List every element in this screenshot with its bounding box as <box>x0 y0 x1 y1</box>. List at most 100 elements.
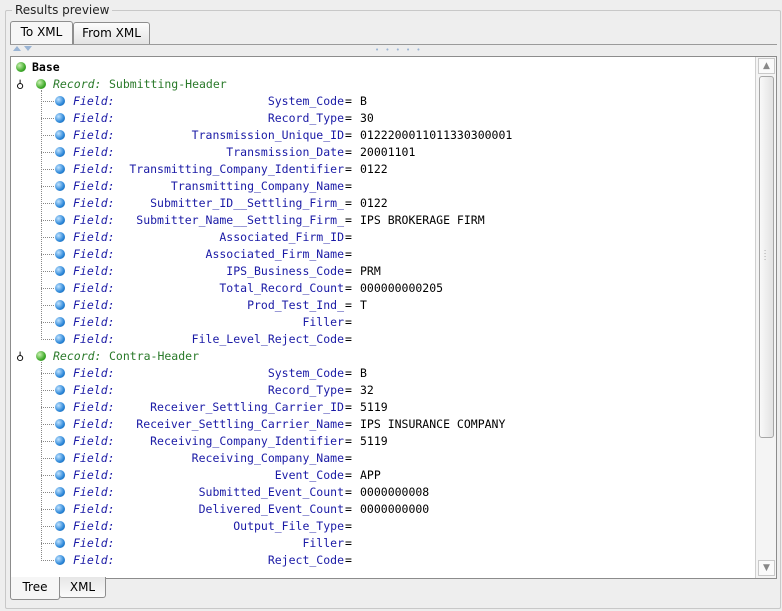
field-equals: = <box>345 247 352 261</box>
field-name: Prod_Test_Ind_ <box>247 298 344 312</box>
tab-tree[interactable]: Tree <box>10 577 60 600</box>
scroll-down-button[interactable]: ▼ <box>758 560 775 576</box>
root-label: Base <box>32 60 60 74</box>
tree-field-row[interactable]: Field: System_Code = B <box>11 93 741 110</box>
field-prefix: Field: <box>73 162 115 176</box>
tree-branch-line <box>41 526 54 527</box>
tree-field-row[interactable]: Field: Output_File_Type = <box>11 518 741 535</box>
tree-field-row[interactable]: Field: Filler = <box>11 535 741 552</box>
field-equals: = <box>345 298 352 312</box>
field-prefix: Field: <box>73 315 115 329</box>
field-equals: = <box>345 332 352 346</box>
vertical-scrollbar[interactable]: ▲ ---- ▼ <box>755 57 776 578</box>
scroll-up-button[interactable]: ▲ <box>758 58 775 74</box>
field-prefix: Field: <box>73 366 115 380</box>
scroll-thumb[interactable]: ---- <box>759 76 774 438</box>
field-equals: = <box>345 230 352 244</box>
field-node-icon <box>55 147 65 157</box>
tree-branch-line <box>41 271 54 272</box>
tree-field-row[interactable]: Field: Transmitting_Company_Identifier = 01… <box>11 161 741 178</box>
field-equals: = <box>345 468 352 482</box>
expand-toggle-icon[interactable]: ⚲ <box>16 76 24 93</box>
field-node-icon <box>55 232 65 242</box>
tree-branch-line <box>41 152 54 153</box>
field-equals: = <box>345 417 352 431</box>
tree-field-row[interactable]: Field: Receiver_Settling_Carrier_Name = IPS… <box>11 416 741 433</box>
root-node-icon <box>16 62 26 72</box>
field-node-icon <box>55 402 65 412</box>
split-grip-icon[interactable]: • • • • • <box>375 47 423 54</box>
tree-field-row[interactable]: Field: Event_Code = APP <box>11 467 741 484</box>
field-prefix: Field: <box>73 145 115 159</box>
field-name: Transmitting_Company_Identifier <box>129 162 344 176</box>
tree-field-row[interactable]: Field: Submitter_ID__Settling_Firm_ = 0122 <box>11 195 741 212</box>
tree-field-row[interactable]: Field: Reject_Code = <box>11 552 741 569</box>
result-tree[interactable]: Base ⚲ Record: Submitting-Header Field: Syste… <box>11 57 753 578</box>
tree-field-row[interactable]: Field: Submitted_Event_Count = 0000000008 <box>11 484 741 501</box>
field-name: Transmission_Date <box>226 145 344 159</box>
field-prefix: Field: <box>73 451 115 465</box>
field-value: 000000000205 <box>360 281 444 295</box>
tree-field-row[interactable]: Field: Associated_Firm_Name = <box>11 246 741 263</box>
collapse-down-icon[interactable] <box>24 46 32 51</box>
tree-field-row[interactable]: Field: Submitter_Name__Settling_Firm_ = IPS… <box>11 212 741 229</box>
field-equals: = <box>345 536 352 550</box>
tree-field-row[interactable]: Field: System_Code = B <box>11 365 741 382</box>
tree-record[interactable]: ⚲ Record: Contra-Header <box>11 348 741 365</box>
tree-branch-line <box>41 135 54 136</box>
field-equals: = <box>345 366 352 380</box>
record-node-icon <box>36 351 46 361</box>
tree-field-row[interactable]: Field: Receiving_Company_Identifier = 5119 <box>11 433 741 450</box>
tree-field-row[interactable]: Field: IPS_Business_Code = PRM <box>11 263 741 280</box>
field-node-icon <box>55 164 65 174</box>
field-prefix: Field: <box>73 298 115 312</box>
field-name: Associated_Firm_Name <box>205 247 344 261</box>
tree-field-row[interactable]: Field: Associated_Firm_ID = <box>11 229 741 246</box>
field-equals: = <box>345 400 352 414</box>
collapse-up-icon[interactable] <box>13 46 21 51</box>
tree-field-row[interactable]: Field: Total_Record_Count = 000000000205 <box>11 280 741 297</box>
field-equals: = <box>345 111 352 125</box>
tab-xml[interactable]: XML <box>59 577 106 598</box>
tree-branch-line <box>41 492 54 493</box>
tree-field-row[interactable]: Field: File_Level_Reject_Code = <box>11 331 741 348</box>
tree-field-row[interactable]: Field: Receiver_Settling_Carrier_ID = 5119 <box>11 399 741 416</box>
field-node-icon <box>55 555 65 565</box>
field-prefix: Field: <box>73 502 115 516</box>
field-node-icon <box>55 198 65 208</box>
tree-field-row[interactable]: Field: Filler = <box>11 314 741 331</box>
tab-from-xml[interactable]: From XML <box>73 22 150 44</box>
tree-field-row[interactable]: Field: Receiving_Company_Name = <box>11 450 741 467</box>
field-equals: = <box>345 128 352 142</box>
field-equals: = <box>345 315 352 329</box>
field-name: Submitter_Name__Settling_Firm_ <box>136 213 344 227</box>
tree-field-row[interactable]: Field: Delivered_Event_Count = 0000000000 <box>11 501 741 518</box>
tree-root[interactable]: Base <box>11 59 741 76</box>
tree-branch-line <box>41 373 54 374</box>
field-equals: = <box>345 281 352 295</box>
tree-record[interactable]: ⚲ Record: Submitting-Header <box>11 76 741 93</box>
field-prefix: Field: <box>73 468 115 482</box>
tree-branch-line <box>41 509 54 510</box>
field-prefix: Field: <box>73 400 115 414</box>
tree-field-row[interactable]: Field: Prod_Test_Ind_ = T <box>11 297 741 314</box>
tree-field-row[interactable]: Field: Transmitting_Company_Name = <box>11 178 741 195</box>
field-value: 5119 <box>360 400 388 414</box>
tree-field-row[interactable]: Field: Record_Type = 30 <box>11 110 741 127</box>
tree-branch-line <box>41 339 54 340</box>
expand-toggle-icon[interactable]: ⚲ <box>16 348 24 365</box>
field-name: Filler <box>302 315 344 329</box>
tab-to-xml[interactable]: To XML <box>10 21 73 45</box>
tree-field-row[interactable]: Field: Transmission_Date = 20001101 <box>11 144 741 161</box>
field-node-icon <box>55 181 65 191</box>
field-name: Record_Type <box>267 383 344 397</box>
field-prefix: Field: <box>73 213 115 227</box>
tree-branch-line <box>41 101 54 102</box>
field-value: B <box>360 94 367 108</box>
field-prefix: Field: <box>73 434 115 448</box>
field-name: IPS_Business_Code <box>226 264 344 278</box>
tree-field-row[interactable]: Field: Transmission_Unique_ID = 01222000110… <box>11 127 741 144</box>
field-name: Transmission_Unique_ID <box>191 128 344 142</box>
tree-field-row[interactable]: Field: Record_Type = 32 <box>11 382 741 399</box>
field-value: 0122 <box>360 162 388 176</box>
